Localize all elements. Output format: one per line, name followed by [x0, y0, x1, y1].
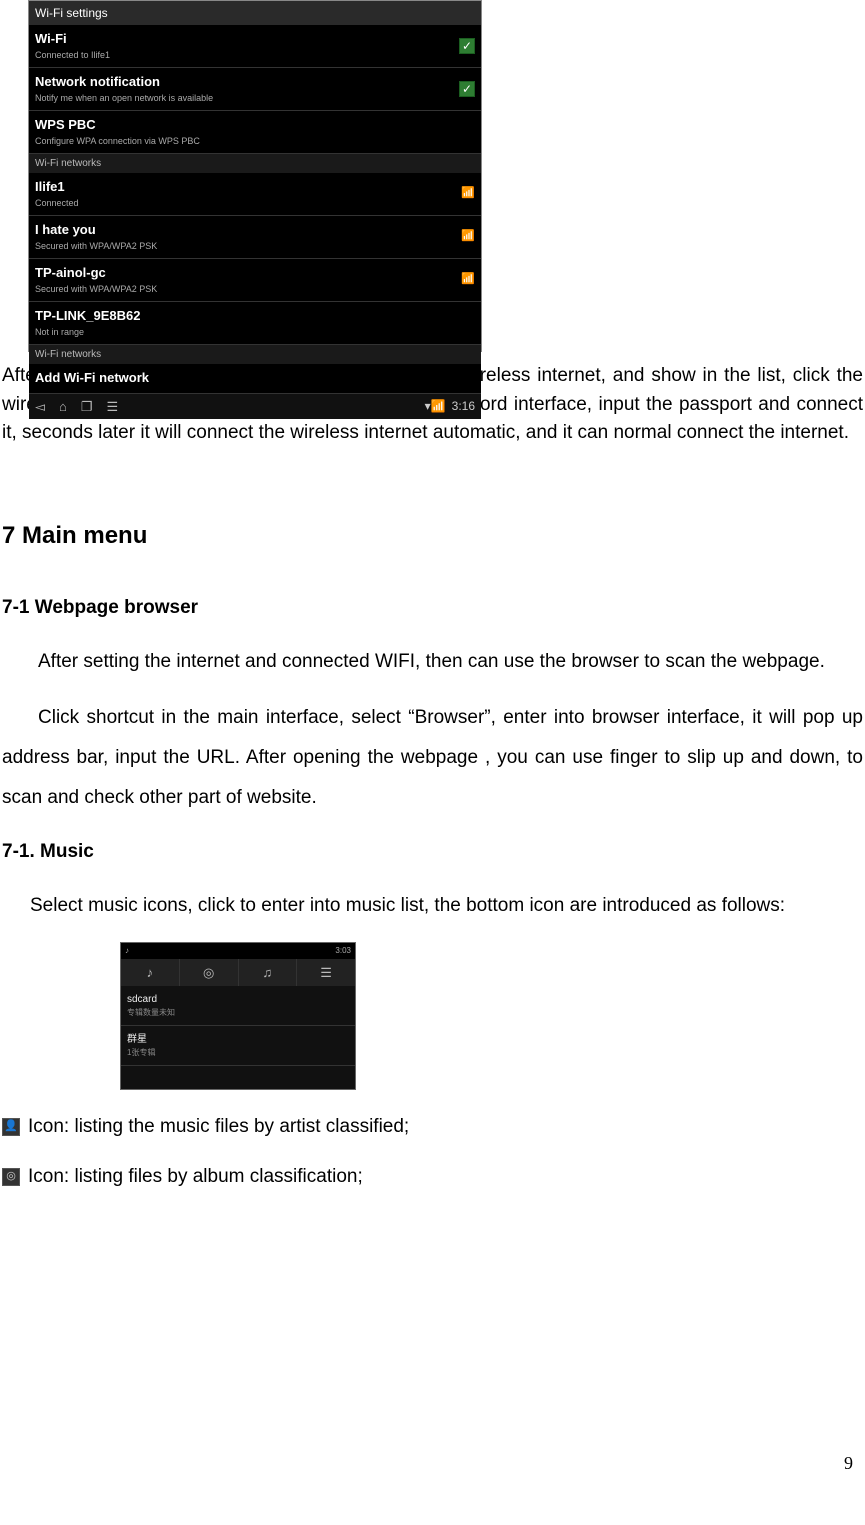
signal-lock-icon: 📶 — [461, 271, 475, 288]
music-tab-bar: ♪ ◎ ♫ ☰ — [121, 959, 355, 987]
add-wifi-label: Add Wi-Fi network — [35, 368, 149, 388]
album-icon: ◎ — [2, 1168, 20, 1186]
wifi-network-row[interactable]: Ilife1 Connected 📶 — [29, 173, 481, 216]
artist-icon: 👤 — [2, 1118, 20, 1136]
network-status: Connected — [35, 197, 79, 211]
wifi-toggle-row[interactable]: Wi-Fi Connected to Ilife1 ✓ — [29, 25, 481, 68]
network-name: I hate you — [35, 220, 157, 240]
network-notification-sub: Notify me when an open network is availa… — [35, 92, 213, 106]
section-7-1-heading: 7-1 Webpage browser — [2, 594, 863, 623]
wps-sub: Configure WPA connection via WPS PBC — [35, 135, 200, 149]
wifi-toggle-sub: Connected to Ilife1 — [35, 49, 110, 63]
wifi-network-row[interactable]: TP-ainol-gc Secured with WPA/WPA2 PSK 📶 — [29, 259, 481, 302]
network-name: Ilife1 — [35, 177, 79, 197]
browser-paragraph-2: Click shortcut in the main interface, se… — [2, 698, 863, 818]
music-status-time: 3:03 — [335, 945, 351, 957]
network-name: TP-LINK_9E8B62 — [35, 306, 140, 326]
wps-pbc-row[interactable]: WPS PBC Configure WPA connection via WPS… — [29, 111, 481, 154]
android-nav-bar: ◅ ⌂ ❐ ☰ ▾📶 3:16 — [29, 394, 481, 420]
artist-icon-description: 👤 Icon: listing the music files by artis… — [2, 1110, 863, 1144]
network-status: Secured with WPA/WPA2 PSK — [35, 240, 157, 254]
checkbox-on-icon[interactable]: ✓ — [459, 38, 475, 54]
tab-playlist[interactable]: ☰ — [297, 959, 355, 987]
artist-icon-text: Icon: listing the music files by artist … — [28, 1110, 409, 1144]
section-7-heading: 7 Main menu — [2, 518, 863, 554]
music-app-screenshot: ♪ 3:03 ♪ ◎ ♫ ☰ sdcard 专辑数量未知 群星 1张专辑 — [120, 942, 356, 1090]
wifi-networks-header: Wi-Fi networks — [29, 345, 481, 364]
recents-icon[interactable]: ❐ — [81, 397, 93, 417]
page-number: 9 — [844, 1450, 853, 1477]
network-name: TP-ainol-gc — [35, 263, 157, 283]
tab-songs[interactable]: ♫ — [239, 959, 298, 987]
wifi-network-row[interactable]: TP-LINK_9E8B62 Not in range — [29, 302, 481, 345]
album-icon-text: Icon: listing files by album classificat… — [28, 1160, 363, 1194]
album-icon-description: ◎ Icon: listing files by album classific… — [2, 1160, 863, 1194]
music-status-left: ♪ — [125, 945, 129, 957]
signal-lock-icon: 📶 — [461, 228, 475, 245]
add-wifi-row[interactable]: Add Wi-Fi network — [29, 364, 481, 394]
menu-icon[interactable]: ☰ — [107, 397, 119, 417]
music-list-row[interactable]: sdcard 专辑数量未知 — [121, 986, 355, 1026]
wifi-settings-header: Wi-Fi settings — [29, 1, 481, 25]
browser-paragraph-1: After setting the internet and connected… — [2, 642, 863, 682]
music-row-sub: 专辑数量未知 — [127, 1007, 349, 1019]
music-row-title: sdcard — [127, 992, 349, 1007]
tab-album[interactable]: ◎ — [180, 959, 239, 987]
wifi-toggle-label: Wi-Fi — [35, 29, 110, 49]
tab-artist[interactable]: ♪ — [121, 959, 180, 987]
network-notification-row[interactable]: Network notification Notify me when an o… — [29, 68, 481, 111]
wifi-settings-screenshot: Wi-Fi settings Wi-Fi Connected to Ilife1… — [28, 0, 482, 352]
section-7-1-music-heading: 7-1. Music — [2, 838, 863, 867]
wifi-status-icon: ▾📶 — [425, 397, 446, 415]
network-status: Secured with WPA/WPA2 PSK — [35, 283, 157, 297]
music-row-title: 群星 — [127, 1032, 349, 1047]
music-list-row[interactable]: 群星 1张专辑 — [121, 1026, 355, 1066]
network-status: Not in range — [35, 326, 140, 340]
music-paragraph: Select music icons, click to enter into … — [2, 886, 863, 926]
network-notification-label: Network notification — [35, 72, 213, 92]
home-icon[interactable]: ⌂ — [59, 397, 67, 417]
wifi-networks-header: Wi-Fi networks — [29, 154, 481, 173]
back-icon[interactable]: ◅ — [35, 397, 45, 417]
status-time: 3:16 — [452, 397, 475, 415]
wifi-network-row[interactable]: I hate you Secured with WPA/WPA2 PSK 📶 — [29, 216, 481, 259]
signal-icon: 📶 — [461, 185, 475, 202]
checkbox-on-icon[interactable]: ✓ — [459, 81, 475, 97]
music-row-sub: 1张专辑 — [127, 1047, 349, 1059]
wps-label: WPS PBC — [35, 115, 200, 135]
